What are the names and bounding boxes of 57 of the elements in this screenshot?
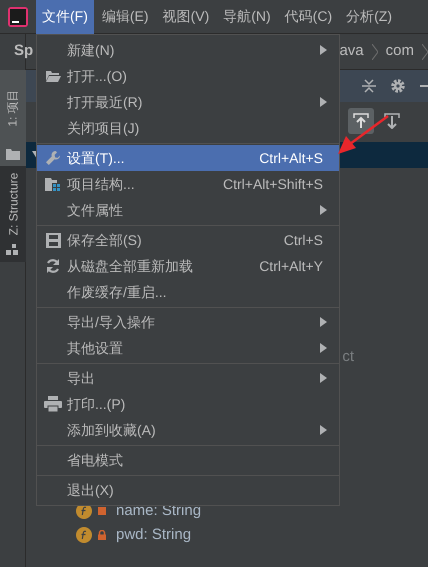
menu-item[interactable]: 新建(N): [37, 37, 339, 63]
menu-bar-item[interactable]: 导航(N): [217, 0, 277, 34]
submenu-arrow-icon: [320, 45, 327, 55]
printer-icon: [44, 396, 62, 412]
menu-item[interactable]: 打开最近(R): [37, 89, 339, 115]
submenu-arrow-icon: [320, 425, 327, 435]
menu-item[interactable]: 退出(X): [37, 477, 339, 503]
breadcrumb-item[interactable]: Sp: [14, 40, 34, 63]
menu-bar-item[interactable]: 视图(V): [156, 0, 216, 34]
menu-item[interactable]: 其他设置: [37, 335, 339, 361]
square-icon: [98, 507, 106, 515]
menu-item[interactable]: 保存全部(S) Ctrl+S: [37, 227, 339, 253]
tool-window-tab[interactable]: Z: Structure: [0, 166, 26, 262]
field-icon: [76, 527, 92, 543]
menu-item[interactable]: 从磁盘全部重新加载 Ctrl+Alt+Y: [37, 253, 339, 279]
menu-bar-item[interactable]: 文件(F): [36, 0, 94, 34]
menu-bar-item[interactable]: 代码(C): [278, 0, 338, 34]
lock-icon: [98, 530, 106, 540]
scroll-from-source-button[interactable]: [348, 108, 374, 134]
menu-item[interactable]: 打开...(O): [37, 63, 339, 89]
tool-window-tab[interactable]: 1: 项目: [0, 70, 26, 166]
submenu-arrow-icon: [320, 343, 327, 353]
menu-item[interactable]: 作废缓存/重启...: [37, 279, 339, 305]
menu-bar-item[interactable]: 编辑(E): [96, 0, 155, 34]
submenu-arrow-icon: [320, 317, 327, 327]
menu-item[interactable]: 打印...(P): [37, 391, 339, 417]
wrench-icon: [45, 150, 61, 166]
menu-item[interactable]: 导出/导入操作: [37, 309, 339, 335]
reload-icon: [45, 258, 61, 274]
submenu-arrow-icon: [320, 373, 327, 383]
menu-item[interactable]: 文件属性: [37, 197, 339, 223]
download-arrow-icon[interactable]: [384, 113, 400, 129]
menu-bar-item[interactable]: 分析(Z): [340, 0, 398, 34]
menu-item[interactable]: 导出: [37, 365, 339, 391]
folder-icon: [45, 69, 61, 83]
annotation-arrow: [336, 114, 390, 156]
collapse-all-icon: [362, 79, 376, 93]
settings-icon[interactable]: [390, 78, 406, 94]
breadcrumb-item[interactable]: ava: [339, 40, 364, 63]
upload-arrow-icon: [353, 113, 369, 129]
folder-grid-icon: [45, 176, 61, 192]
menu-item[interactable]: 省电模式: [37, 447, 339, 473]
submenu-arrow-icon: [320, 205, 327, 215]
chevron-icon: [372, 44, 378, 60]
menu-item[interactable]: 项目结构... Ctrl+Alt+Shift+S: [37, 171, 339, 197]
tree-item-text: pwd: String: [116, 524, 192, 545]
app-logo-icon: [8, 6, 28, 26]
chevron-icon: [422, 44, 428, 60]
menu-item[interactable]: 添加到收藏(A): [37, 417, 339, 443]
tree-item[interactable]: pwd: String: [76, 525, 428, 545]
breadcrumb-item[interactable]: com: [386, 40, 414, 63]
structure-icon: [6, 244, 20, 256]
submenu-arrow-icon: [320, 97, 327, 107]
folder-icon: [6, 148, 20, 160]
menu-item[interactable]: 关闭项目(J): [37, 115, 339, 141]
tree-item-text: ct: [342, 346, 354, 366]
menu-item[interactable]: 设置(T)... Ctrl+Alt+S: [37, 145, 339, 171]
